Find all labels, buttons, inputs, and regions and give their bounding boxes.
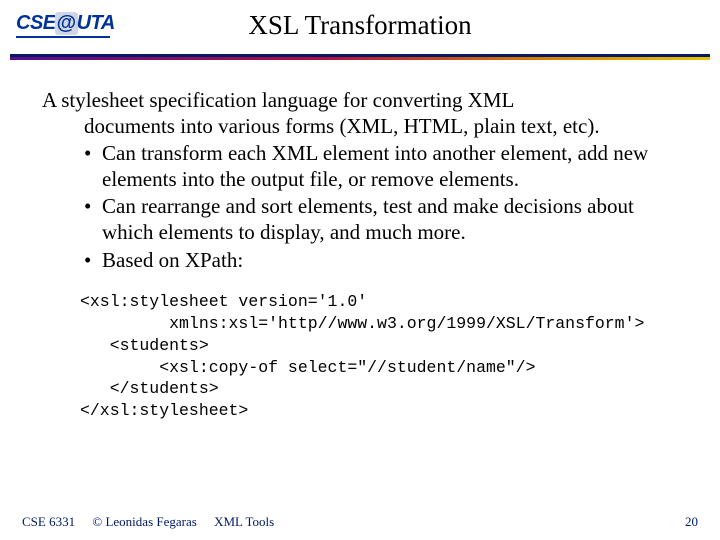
bullet-item: Can rearrange and sort elements, test an… [84,194,678,245]
logo-text: CSE@UTA [16,12,112,35]
footer-left: CSE 6331 © Leonidas Fegaras XML Tools [22,514,288,530]
intro-line-2: documents into various forms (XML, HTML,… [84,114,678,140]
footer-page: 20 [685,514,698,530]
bullet-item: Can transform each XML element into anot… [84,141,678,192]
slide-header: CSE@UTA XSL Transformation [0,0,720,64]
footer-course: CSE 6331 [22,514,75,529]
logo: CSE@UTA [16,12,112,38]
logo-cse: CSE [16,12,56,34]
slide-body: A stylesheet specification language for … [0,64,720,422]
at-icon: @ [55,12,78,35]
footer-topic: XML Tools [214,514,274,529]
footer-copyright: © Leonidas Fegaras [92,514,196,529]
header-rule [10,54,710,60]
logo-underline [16,36,110,38]
bullet-list: Can transform each XML element into anot… [84,141,678,273]
slide-footer: CSE 6331 © Leonidas Fegaras XML Tools 20 [0,508,720,530]
logo-uta: UTA [77,12,115,34]
intro-line-1: A stylesheet specification language for … [42,88,678,114]
bullet-item: Based on XPath: [84,248,678,274]
code-block: <xsl:stylesheet version='1.0' xmlns:xsl=… [80,291,678,422]
